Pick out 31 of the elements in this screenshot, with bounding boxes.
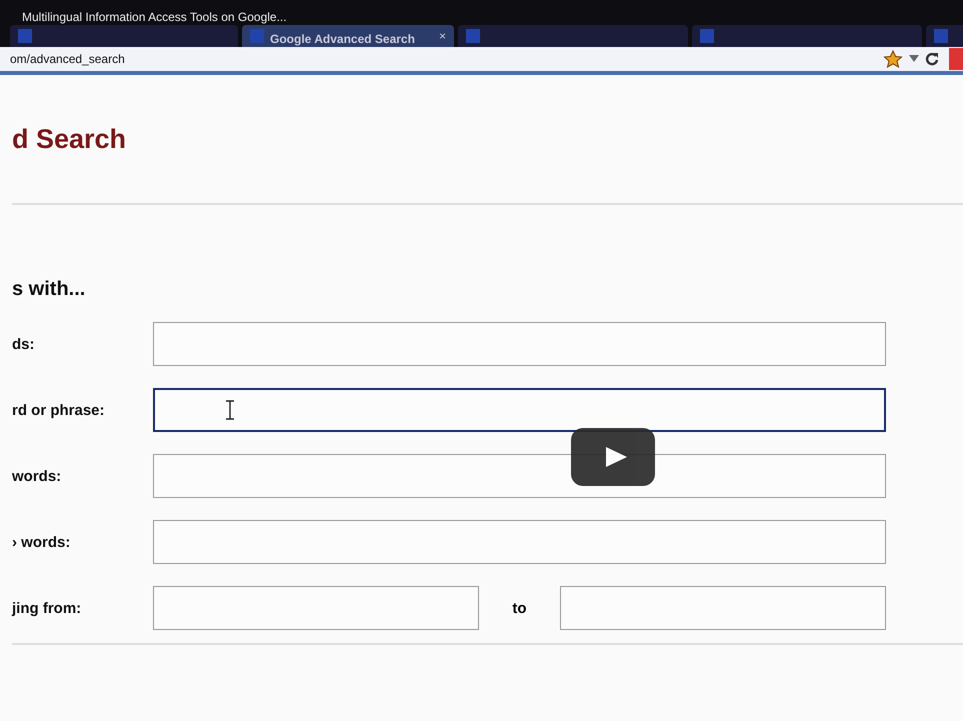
play-button[interactable] xyxy=(571,428,655,486)
dropdown-icon[interactable] xyxy=(909,55,919,63)
page-icon xyxy=(466,29,480,43)
page-icon xyxy=(18,29,32,43)
input-field[interactable] xyxy=(153,388,886,432)
range-label: to xyxy=(511,600,528,616)
input-field[interactable] xyxy=(560,586,886,630)
play-icon xyxy=(604,446,628,468)
input-field[interactable] xyxy=(153,322,886,366)
tab-title: Google Advanced Search xyxy=(270,32,415,46)
input-field[interactable] xyxy=(153,454,886,498)
section-title: s with... xyxy=(12,278,86,301)
field-label: words: xyxy=(12,468,62,484)
field-label: rd or phrase: xyxy=(12,402,106,418)
page-heading: d Search xyxy=(12,124,126,154)
page-icon xyxy=(934,29,948,43)
close-icon[interactable]: × xyxy=(438,29,446,43)
field-label: ds: xyxy=(12,336,36,352)
page-icon xyxy=(250,29,264,43)
browser-tab[interactable] xyxy=(458,25,688,47)
field-label: › words: xyxy=(12,534,72,550)
browser-tab[interactable] xyxy=(10,25,238,47)
input-field[interactable] xyxy=(153,586,479,630)
video-title: Multilingual Information Access Tools on Google... xyxy=(22,10,287,24)
input-field[interactable] xyxy=(153,520,886,564)
browser-tab[interactable]: Google Advanced Search × xyxy=(242,25,454,47)
field-label: jing from: xyxy=(12,600,82,616)
star-icon[interactable] xyxy=(883,50,903,68)
reload-icon[interactable] xyxy=(925,52,939,66)
text-cursor-icon xyxy=(225,400,235,420)
page-icon xyxy=(700,29,714,43)
